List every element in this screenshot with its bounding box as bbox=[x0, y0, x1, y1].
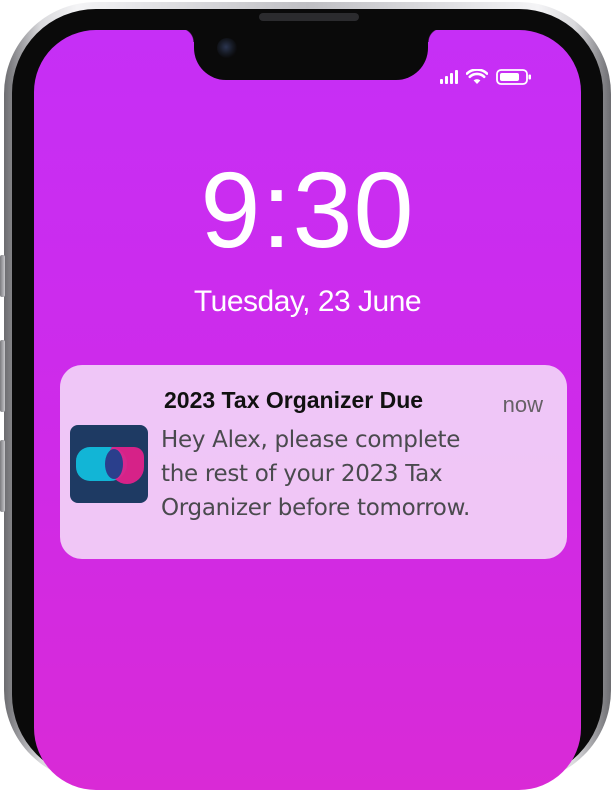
volume-down-button bbox=[0, 440, 5, 512]
notification-card[interactable]: 2023 Tax Organizer Due now Hey Alex, ple… bbox=[60, 365, 567, 559]
notification-body: Hey Alex, please complete the rest of yo… bbox=[161, 427, 470, 521]
lock-screen-date: Tuesday, 23 June bbox=[193, 285, 422, 318]
notification-title: 2023 Tax Organizer Due bbox=[164, 387, 424, 413]
battery-icon bbox=[496, 69, 531, 85]
status-bar bbox=[440, 66, 532, 88]
lock-screen-time: 9:30 bbox=[200, 149, 415, 270]
wifi-icon bbox=[466, 69, 488, 84]
volume-up-button bbox=[0, 340, 5, 412]
cellular-signal-icon bbox=[440, 70, 458, 84]
phone-device: 9:30 Tuesday, 23 June 2023 Tax Organizer… bbox=[0, 0, 615, 790]
front-camera bbox=[217, 38, 237, 58]
earpiece-speaker bbox=[259, 13, 359, 21]
app-logo-icon bbox=[70, 425, 148, 503]
notification-time: now bbox=[502, 392, 543, 417]
